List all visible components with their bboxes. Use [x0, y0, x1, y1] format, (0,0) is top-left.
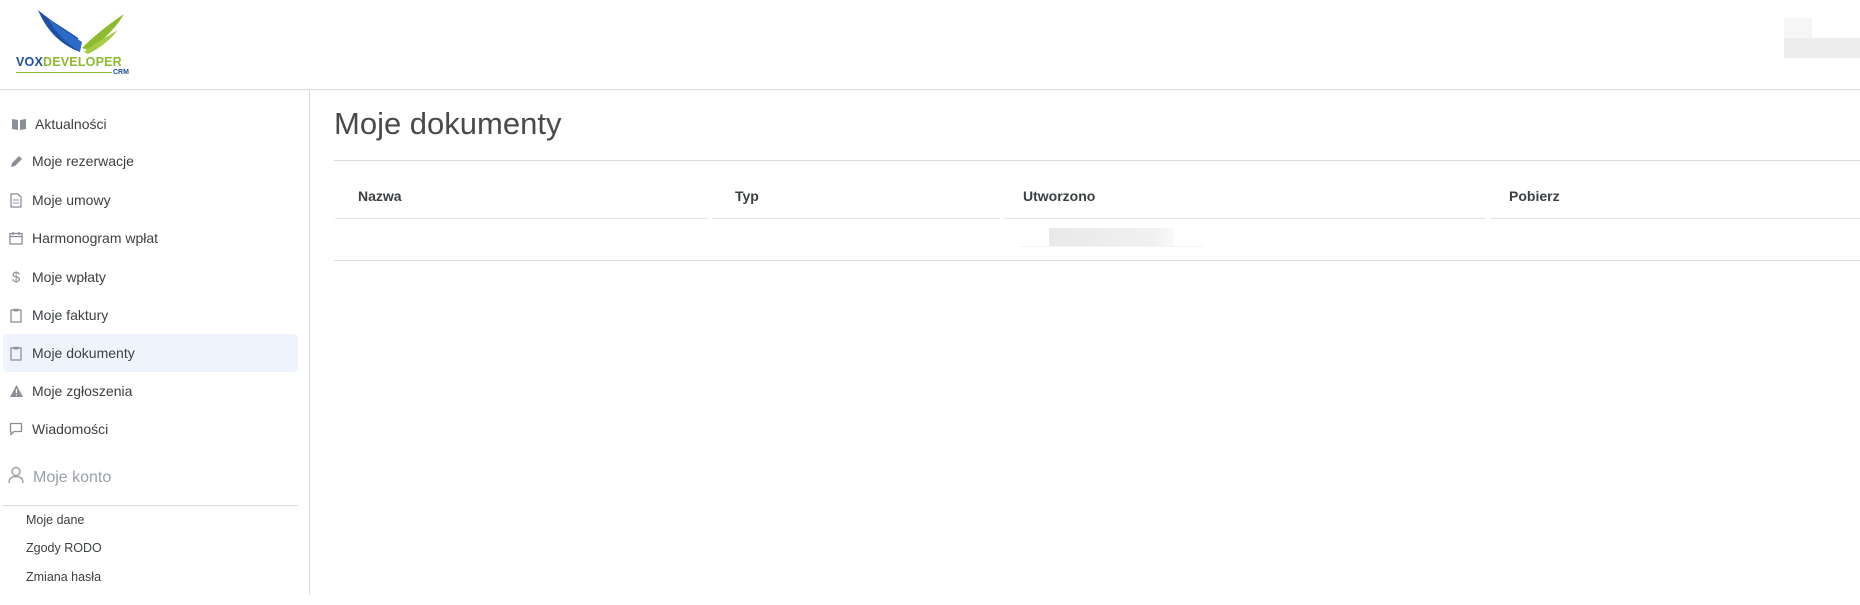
chat-icon — [3, 419, 29, 439]
logo-underline — [16, 72, 112, 73]
table-row-divider — [334, 260, 1860, 261]
column-header-utworzono[interactable]: Utworzono — [1023, 188, 1095, 204]
warning-icon — [3, 381, 29, 401]
open-book-icon — [6, 114, 32, 134]
sidebar-item-label: Aktualności — [35, 116, 107, 132]
page-title: Moje dokumenty — [334, 106, 562, 141]
loading-placeholder — [1019, 228, 1204, 247]
pencil-icon — [3, 151, 29, 171]
account-item-zmiana-hasla[interactable]: Zmiana hasła — [26, 570, 101, 584]
main-content: Moje dokumenty Nazwa Typ Utworzono Pobie… — [311, 90, 1860, 605]
sidebar-item-moje-umowy[interactable]: Moje umowy — [3, 181, 298, 219]
sidebar-item-label: Moje wpłaty — [32, 269, 106, 285]
account-section-label: Moje konto — [33, 468, 112, 486]
logo-wordmark: VOXDEVELOPER — [16, 55, 122, 69]
sidebar-item-label: Moje umowy — [32, 192, 111, 208]
sidebar-item-label: Moje rezerwacje — [32, 153, 134, 169]
user-icon — [8, 466, 24, 489]
column-header-typ[interactable]: Typ — [735, 188, 759, 204]
sidebar-item-moje-zgloszenia[interactable]: Moje zgłoszenia — [3, 372, 298, 410]
sidebar-item-moje-wplaty[interactable]: $ Moje wpłaty — [3, 258, 298, 296]
calendar-icon — [3, 228, 29, 248]
dollar-icon: $ — [11, 268, 21, 286]
sidebar-item-moje-faktury[interactable]: Moje faktury — [3, 296, 298, 334]
sidebar-item-moje-dokumenty[interactable]: Moje dokumenty — [3, 334, 298, 372]
account-item-moje-dane[interactable]: Moje dane — [26, 513, 84, 527]
logo-wordmark-developer: DEVELOPER — [43, 55, 122, 69]
title-divider — [334, 160, 1860, 161]
sidebar-item-aktualnosci[interactable]: Aktualności — [3, 105, 298, 143]
column-header-underline — [335, 218, 708, 219]
sidebar-item-moje-rezerwacje[interactable]: Moje rezerwacje — [3, 142, 298, 180]
column-header-nazwa[interactable]: Nazwa — [358, 188, 402, 204]
sidebar-item-label: Harmonogram wpłat — [32, 230, 159, 246]
sidebar-item-label: Moje dokumenty — [32, 345, 135, 361]
sidebar-item-label: Wiadomości — [32, 421, 109, 437]
logo-wordmark-vox: VOX — [16, 55, 43, 69]
sidebar-item-label: Moje zgłoszenia — [32, 383, 133, 399]
account-item-zgody-rodo[interactable]: Zgody RODO — [26, 541, 102, 555]
voxdeveloper-logo[interactable]: VOXDEVELOPER CRM — [14, 8, 134, 80]
sidebar-item-harmonogram-wplat[interactable]: Harmonogram wpłat — [3, 219, 298, 257]
sidebar: Aktualności Moje rezerwacje Moje umowy H… — [0, 90, 310, 595]
sidebar-item-label: Moje faktury — [32, 307, 109, 323]
top-header: VOXDEVELOPER CRM — [0, 0, 1860, 90]
column-header-underline — [712, 218, 1000, 219]
divider — [3, 505, 298, 506]
column-header-pobierz[interactable]: Pobierz — [1509, 188, 1560, 204]
wings-logo-icon — [38, 10, 124, 54]
sidebar-item-wiadomosci[interactable]: Wiadomości — [3, 410, 298, 448]
clipboard-icon — [3, 343, 29, 363]
column-header-underline — [1490, 218, 1860, 219]
clipboard-icon — [3, 305, 29, 325]
column-header-underline — [1004, 218, 1486, 219]
account-section-header: Moje konto — [8, 466, 111, 489]
document-icon — [3, 190, 29, 210]
user-menu-placeholder[interactable] — [1784, 18, 1860, 58]
logo-crm: CRM — [113, 69, 129, 76]
